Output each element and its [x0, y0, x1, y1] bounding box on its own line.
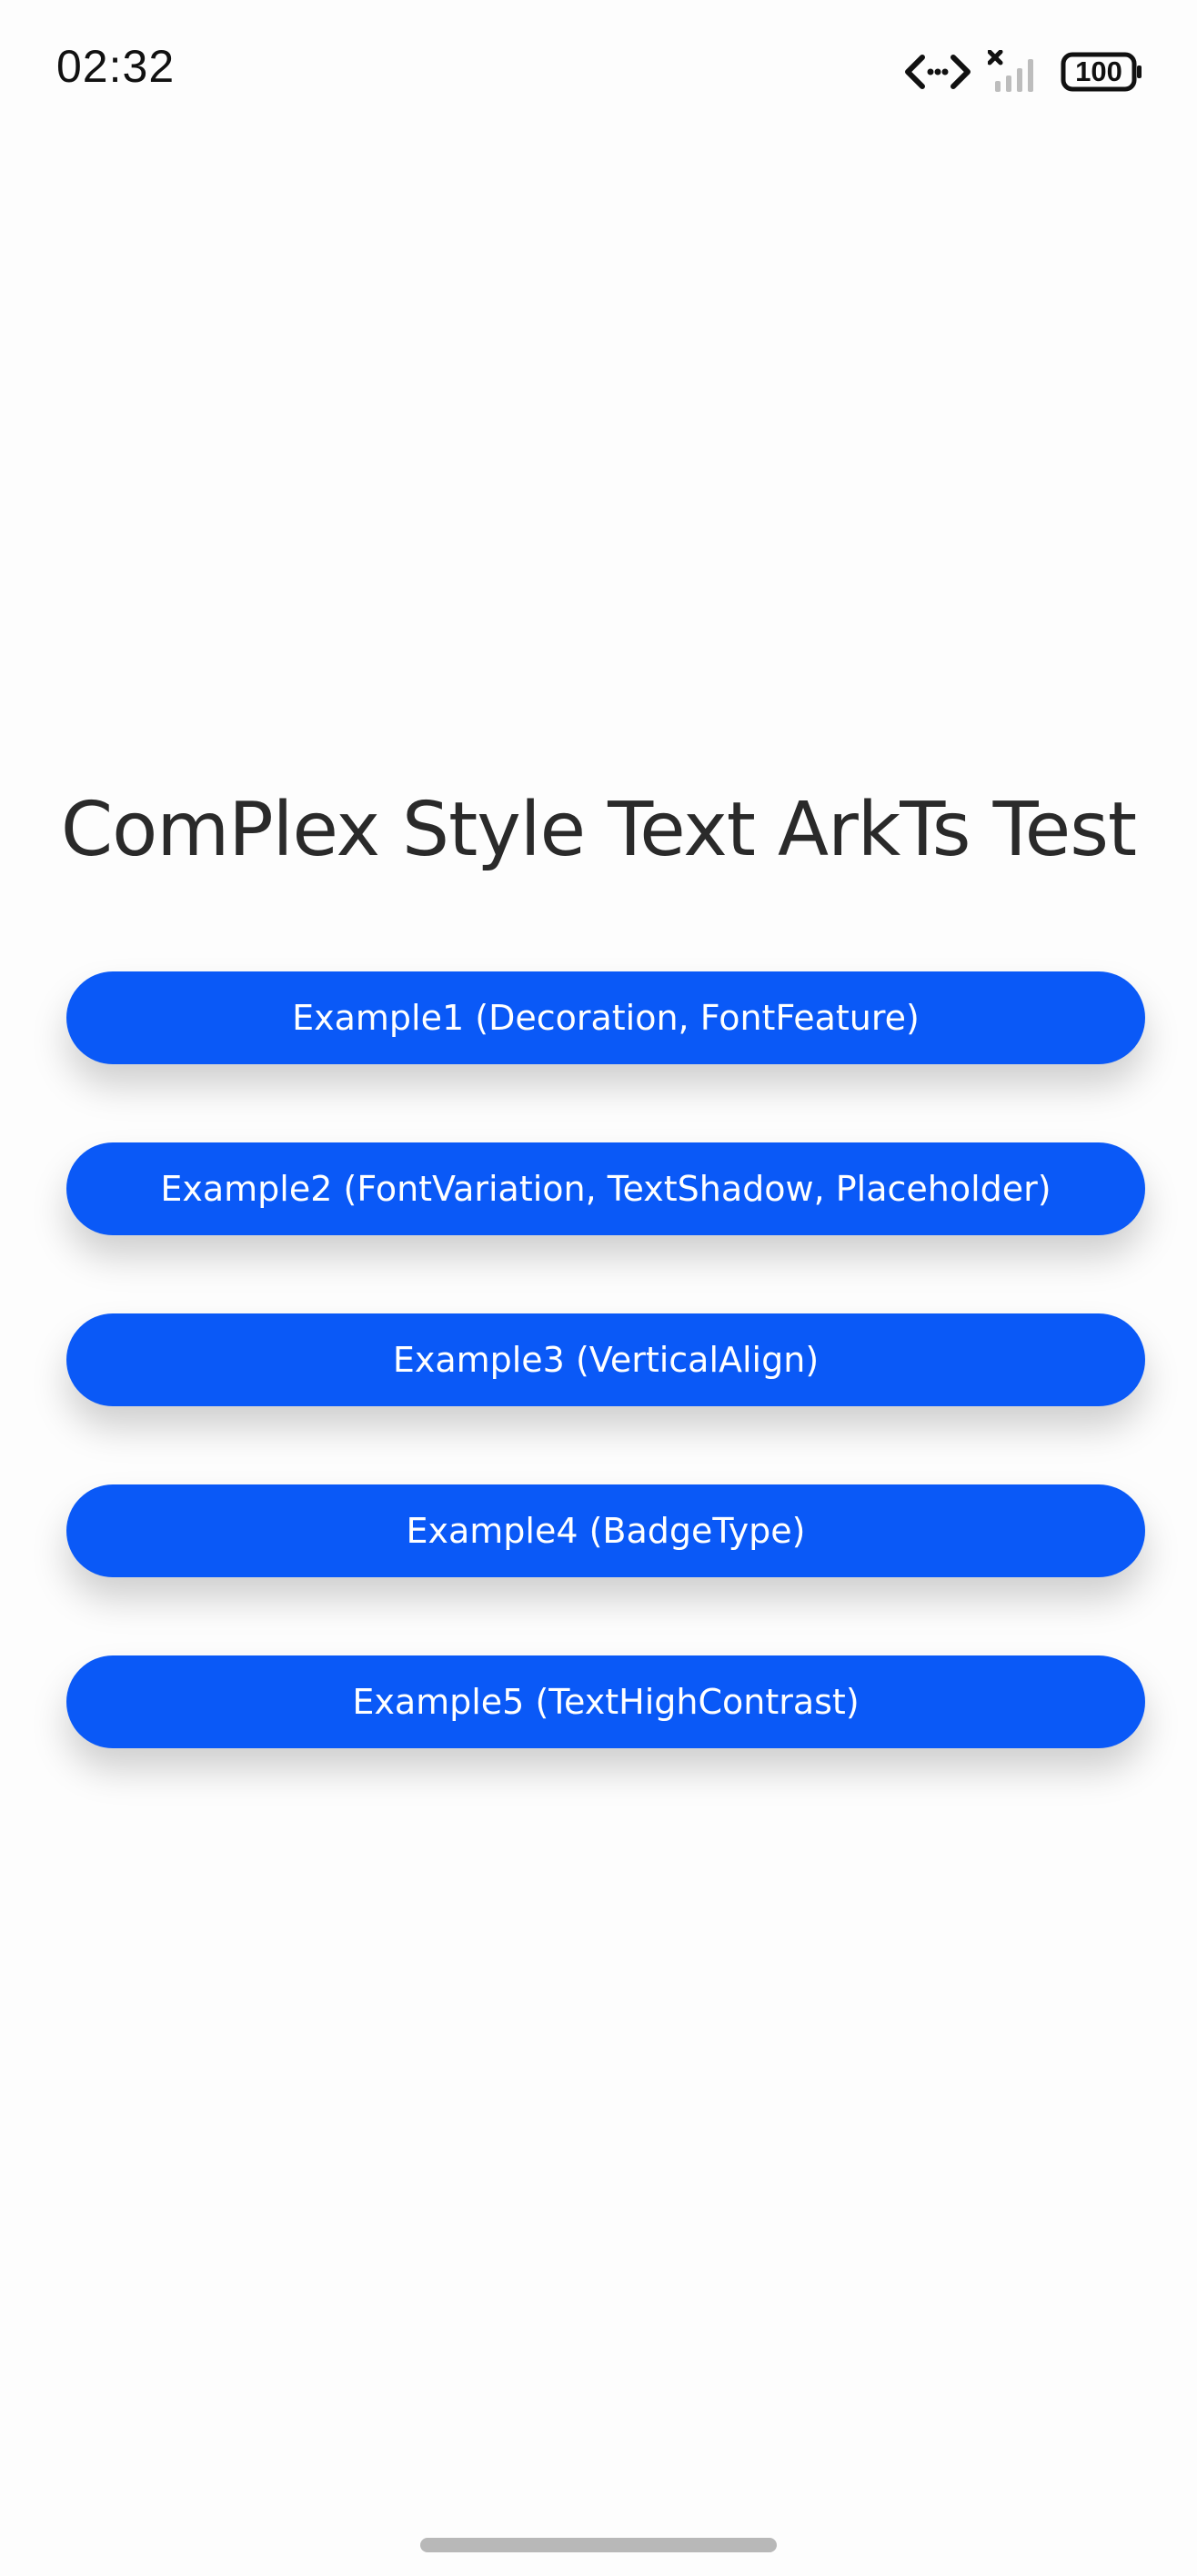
home-indicator[interactable]	[420, 2538, 777, 2552]
page-title: ComPlex Style Text ArkTs Test	[60, 787, 1137, 873]
example-button-list: Example1 (Decoration, FontFeature) Examp…	[66, 971, 1145, 1826]
battery-level: 100	[1075, 55, 1122, 87]
app-screen: 02:32 100 ComPlex Style Text ArkTs Test …	[0, 0, 1197, 2576]
example4-button[interactable]: Example4 (BadgeType)	[66, 1484, 1145, 1577]
status-bar: 02:32 100	[0, 0, 1197, 136]
example2-button[interactable]: Example2 (FontVariation, TextShadow, Pla…	[66, 1142, 1145, 1235]
example3-button[interactable]: Example3 (VerticalAlign)	[66, 1313, 1145, 1406]
status-icons: 100	[904, 47, 1142, 96]
data-transfer-icon	[904, 52, 971, 92]
example1-button[interactable]: Example1 (Decoration, FontFeature)	[66, 971, 1145, 1064]
signal-no-service-icon	[988, 50, 1044, 94]
status-time: 02:32	[56, 41, 176, 92]
battery-icon: 100	[1061, 52, 1142, 92]
example5-button[interactable]: Example5 (TextHighContrast)	[66, 1655, 1145, 1748]
